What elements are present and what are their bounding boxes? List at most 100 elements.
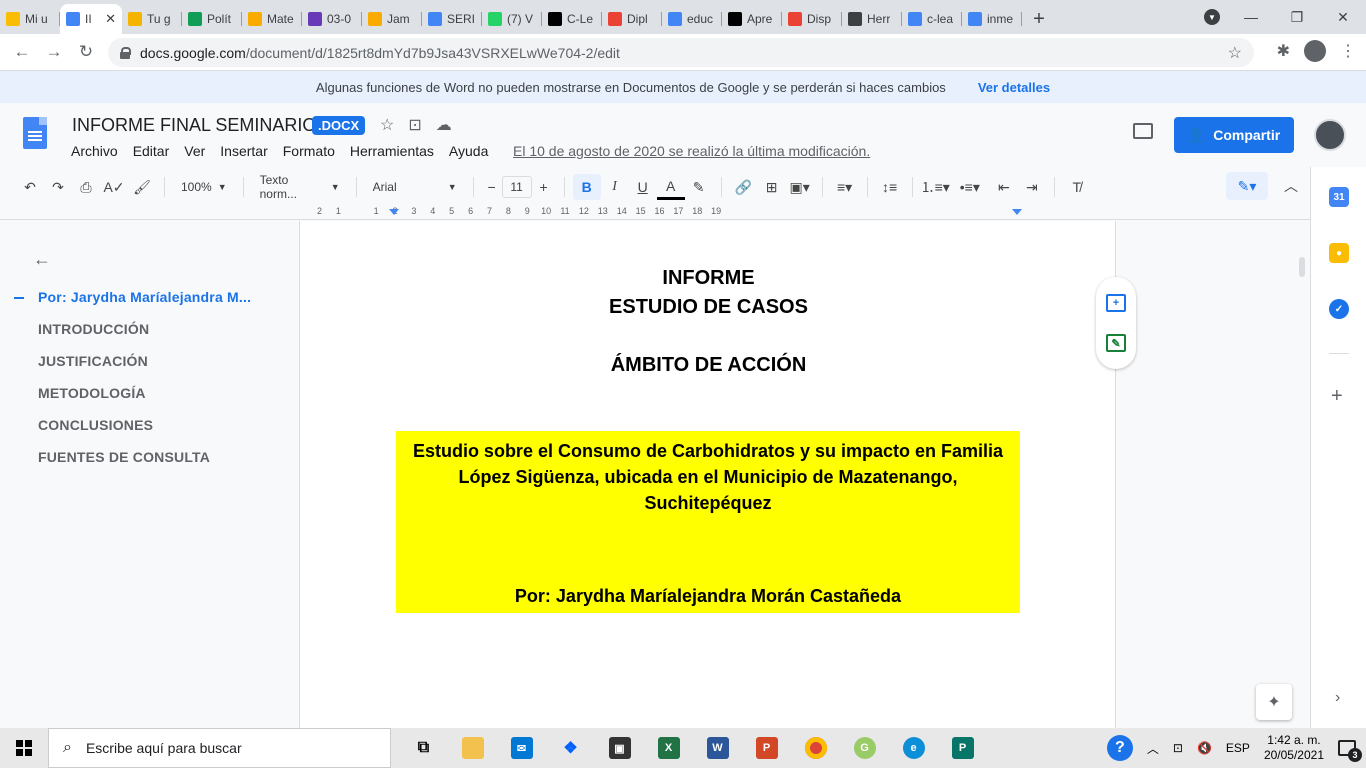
outline-item[interactable]: METODOLOGÍA	[38, 385, 251, 417]
paint-format-icon[interactable]: 🖌	[128, 174, 156, 200]
cloud-status-icon[interactable]: ☁	[436, 115, 452, 135]
explore-icon[interactable]: ✦	[1256, 684, 1292, 720]
line-spacing-icon[interactable]: ↕≡	[876, 174, 904, 200]
reload-icon[interactable]: ↻	[70, 42, 102, 62]
browser-tab[interactable]: inme	[962, 4, 1022, 34]
publisher-icon[interactable]: P	[938, 728, 987, 768]
editing-mode-pencil-icon[interactable]: ✎▾	[1226, 172, 1268, 200]
outline-item[interactable]: Por: Jarydha Maríalejandra M...	[38, 289, 251, 321]
browser-tab[interactable]: Mi u	[0, 4, 60, 34]
forward-icon[interactable]: →	[38, 42, 70, 62]
google-tasks-icon[interactable]: ✓	[1329, 299, 1349, 319]
move-folder-icon[interactable]: ⊡	[408, 115, 421, 135]
numbered-list-icon[interactable]: ⒈≡▾	[921, 174, 950, 200]
file-explorer-icon[interactable]	[448, 728, 497, 768]
align-icon[interactable]: ≡▾	[831, 174, 859, 200]
browser-tab[interactable]: Herr	[842, 4, 902, 34]
browser-tab[interactable]: Apre	[722, 4, 782, 34]
google-keep-icon[interactable]: ●	[1329, 243, 1349, 263]
store-icon[interactable]: ▣	[595, 728, 644, 768]
browser-tab[interactable]: Dipl	[602, 4, 662, 34]
spellcheck-icon[interactable]: A✓	[100, 174, 128, 200]
add-comment-icon[interactable]: ⊞	[758, 174, 786, 200]
extensions-icon[interactable]: ✱	[1277, 41, 1290, 61]
add-comment-icon[interactable]: +	[1106, 294, 1126, 312]
google-docs-logo-icon[interactable]	[23, 117, 47, 149]
word-icon[interactable]: W	[693, 728, 742, 768]
account-avatar[interactable]	[1314, 119, 1346, 151]
outline-item[interactable]: CONCLUSIONES	[38, 417, 251, 449]
close-window-icon[interactable]: ✕	[1320, 9, 1366, 26]
google-calendar-icon[interactable]: 31	[1329, 187, 1349, 207]
bold-icon[interactable]: B	[572, 174, 601, 200]
bulleted-list-icon[interactable]: •≡▾	[956, 174, 984, 200]
increase-indent-icon[interactable]: ⇥	[1018, 174, 1046, 200]
insert-image-icon[interactable]: ▣▾	[786, 174, 814, 200]
document-page[interactable]: INFORME ESTUDIO DE CASOS ÁMBITO DE ACCIÓ…	[299, 221, 1116, 728]
minimize-icon[interactable]: —	[1228, 9, 1274, 25]
close-outline-arrow-icon[interactable]: ←	[33, 249, 51, 270]
notifications-icon[interactable]: 3	[1338, 740, 1362, 762]
maximize-icon[interactable]: ❐	[1274, 9, 1320, 26]
share-button[interactable]: 👤 Compartir	[1174, 117, 1294, 153]
insert-link-icon[interactable]: 🔗	[730, 174, 758, 200]
browser-tab[interactable]: c-lea	[902, 4, 962, 34]
close-tab-icon[interactable]: ✕	[105, 11, 116, 27]
speaker-muted-icon[interactable]: 🔇	[1197, 741, 1212, 755]
document-title[interactable]: INFORME FINAL SEMINARIO	[72, 115, 316, 136]
menu-item[interactable]: Formato	[283, 143, 335, 159]
chevron-up-icon[interactable]: ︿	[1147, 740, 1159, 757]
windows-start-icon[interactable]	[0, 728, 48, 768]
chrome-icon[interactable]	[791, 728, 840, 768]
comment-history-icon[interactable]	[1133, 123, 1153, 139]
geogebra-icon[interactable]: G	[840, 728, 889, 768]
help-icon[interactable]: ?	[1106, 735, 1133, 761]
browser-tab[interactable]: (7) V	[482, 4, 542, 34]
outline-item[interactable]: JUSTIFICACIÓN	[38, 353, 251, 385]
undo-icon[interactable]: ↶	[16, 174, 44, 200]
browser-menu-icon[interactable]: ⋮	[1340, 41, 1356, 61]
underline-icon[interactable]: U	[629, 174, 657, 200]
browser-tab[interactable]: C-Le	[542, 4, 602, 34]
browser-tab[interactable]: Disp	[782, 4, 842, 34]
outline-item[interactable]: INTRODUCCIÓN	[38, 321, 251, 353]
tab-search-icon[interactable]: ▼	[1204, 9, 1220, 25]
browser-tab[interactable]: Mate	[242, 4, 302, 34]
bookmark-star-icon[interactable]: ☆	[1228, 43, 1242, 63]
browser-tab[interactable]: II ✕	[60, 4, 122, 34]
font-size-input[interactable]: 11	[501, 176, 532, 198]
increase-font-size-icon[interactable]: +	[532, 174, 556, 200]
taskbar-search[interactable]: ⌕ Escribe aquí para buscar	[48, 728, 391, 768]
chevron-right-icon[interactable]: ›	[1335, 689, 1340, 707]
menu-item[interactable]: Ver	[184, 143, 205, 159]
clock[interactable]: 1:42 a. m. 20/05/2021	[1264, 733, 1324, 763]
powerpoint-icon[interactable]: P	[742, 728, 791, 768]
browser-tab[interactable]: Polít	[182, 4, 242, 34]
url-input[interactable]: docs.google.com/document/d/1825rt8dmYd7b…	[108, 38, 1254, 67]
last-edit-link[interactable]: El 10 de agosto de 2020 se realizó la úl…	[513, 143, 870, 159]
task-view-icon[interactable]: ⧉	[399, 728, 448, 768]
browser-tab[interactable]: Jam	[362, 4, 422, 34]
star-icon[interactable]: ☆	[380, 115, 394, 135]
network-icon[interactable]: ⊡	[1173, 741, 1183, 755]
menu-item[interactable]: Ayuda	[449, 143, 488, 159]
language-indicator[interactable]: ESP	[1226, 741, 1250, 755]
browser-tab[interactable]: SERI	[422, 4, 482, 34]
browser-tab[interactable]: Tu g	[122, 4, 182, 34]
back-icon[interactable]: ←	[6, 42, 38, 62]
vertical-scrollbar[interactable]	[1299, 257, 1305, 277]
right-indent-marker[interactable]	[1012, 209, 1022, 215]
excel-icon[interactable]: X	[644, 728, 693, 768]
menu-item[interactable]: Herramientas	[350, 143, 434, 159]
edge-icon[interactable]: e	[889, 728, 938, 768]
suggest-edits-icon[interactable]: ✎	[1106, 334, 1126, 352]
decrease-indent-icon[interactable]: ⇤	[990, 174, 1018, 200]
mail-icon[interactable]: ✉	[497, 728, 546, 768]
banner-details-link[interactable]: Ver detalles	[978, 80, 1050, 95]
text-color-icon[interactable]: A	[656, 174, 685, 200]
redo-icon[interactable]: ↷	[44, 174, 72, 200]
profile-avatar[interactable]	[1304, 40, 1326, 62]
new-tab-icon[interactable]: +	[1022, 4, 1056, 34]
menu-item[interactable]: Editar	[133, 143, 170, 159]
highlight-color-icon[interactable]: ✎	[685, 174, 713, 200]
